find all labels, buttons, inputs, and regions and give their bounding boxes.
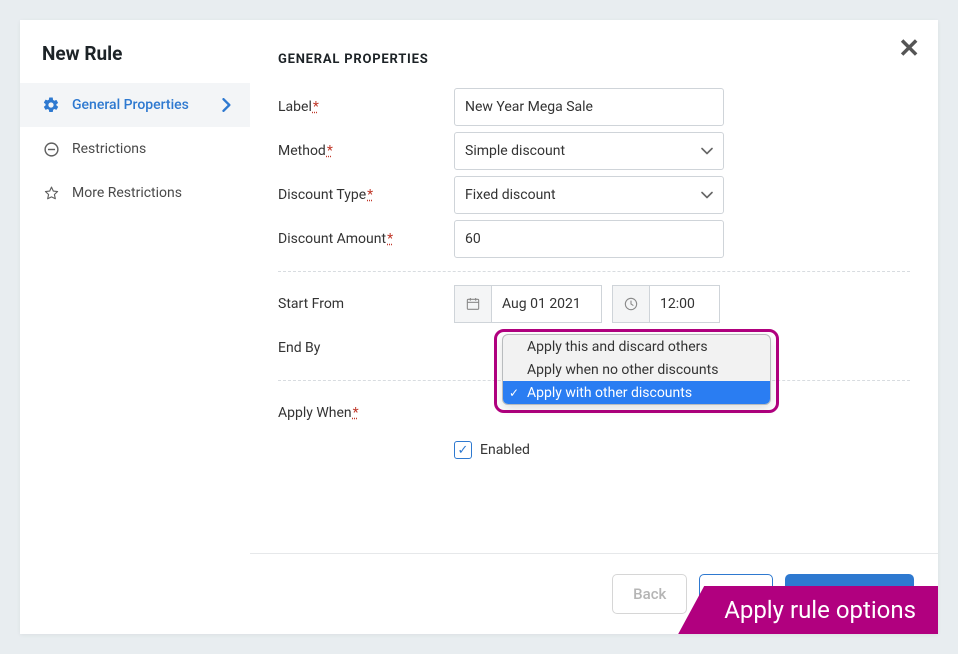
apply-when-dropdown[interactable]: Apply this and discard others Apply when… — [502, 334, 771, 405]
apply-when-option[interactable]: Apply when no other discounts — [503, 358, 770, 381]
label-start-from: Start From — [278, 296, 454, 312]
discount-type-select[interactable]: Fixed discount — [454, 176, 724, 214]
chevron-down-icon — [701, 147, 713, 155]
apply-when-option[interactable]: Apply this and discard others — [503, 335, 770, 358]
close-button[interactable]: ✕ — [898, 36, 920, 62]
row-discount-amount: Discount Amount* 60 — [278, 217, 910, 261]
star-icon — [42, 184, 60, 202]
label-apply-when: Apply When* — [278, 405, 454, 421]
sidebar-item-label: More Restrictions — [72, 185, 232, 201]
enabled-label: Enabled — [480, 442, 530, 458]
highlight-border: Apply this and discard others Apply when… — [494, 329, 779, 413]
row-method: Method* Simple discount — [278, 129, 910, 173]
row-label: Label* New Year Mega Sale — [278, 85, 910, 129]
label-label: Label* — [278, 99, 454, 115]
apply-when-option-selected[interactable]: ✓ Apply with other discounts — [503, 381, 770, 404]
start-date-input[interactable]: Aug 01 2021 — [492, 285, 602, 323]
new-rule-modal: New Rule General Properties Restrictions — [20, 20, 938, 634]
enabled-checkbox-row[interactable]: ✓ Enabled — [454, 441, 530, 459]
content-pane: ✕ GENERAL PROPERTIES Label* New Year Meg… — [250, 20, 938, 634]
row-discount-type: Discount Type* Fixed discount — [278, 173, 910, 217]
label-end-by: End By — [278, 340, 454, 356]
method-select[interactable]: Simple discount — [454, 132, 724, 170]
gear-icon — [42, 96, 60, 114]
calendar-icon[interactable] — [454, 285, 492, 323]
row-start-from: Start From Aug 01 2021 12:00 — [278, 282, 910, 326]
minus-circle-icon — [42, 140, 60, 158]
section-header: GENERAL PROPERTIES — [250, 20, 938, 85]
discount-amount-input[interactable]: 60 — [454, 220, 724, 258]
label-discount-type: Discount Type* — [278, 187, 454, 203]
checkbox-icon: ✓ — [454, 441, 472, 459]
sidebar: New Rule General Properties Restrictions — [20, 20, 250, 634]
check-icon: ✓ — [509, 386, 519, 400]
apply-when-dropdown-wrap: Apply this and discard others Apply when… — [494, 329, 779, 413]
chevron-down-icon — [701, 191, 713, 199]
sidebar-item-label: General Properties — [72, 97, 222, 113]
chevron-right-icon — [222, 98, 232, 112]
sidebar-item-general-properties[interactable]: General Properties — [20, 83, 250, 127]
sidebar-nav: General Properties Restrictions More Re — [20, 83, 250, 215]
sidebar-item-label: Restrictions — [72, 141, 232, 157]
sidebar-item-more-restrictions[interactable]: More Restrictions — [20, 171, 250, 215]
caption-ribbon: Apply rule options — [678, 586, 938, 634]
sidebar-item-restrictions[interactable]: Restrictions — [20, 127, 250, 171]
start-time-input[interactable]: 12:00 — [650, 285, 720, 323]
label-discount-amount: Discount Amount* — [278, 231, 454, 247]
label-input[interactable]: New Year Mega Sale — [454, 88, 724, 126]
back-button[interactable]: Back — [612, 574, 687, 614]
label-method: Method* — [278, 143, 454, 159]
clock-icon[interactable] — [612, 285, 650, 323]
page-title: New Rule — [20, 42, 250, 83]
